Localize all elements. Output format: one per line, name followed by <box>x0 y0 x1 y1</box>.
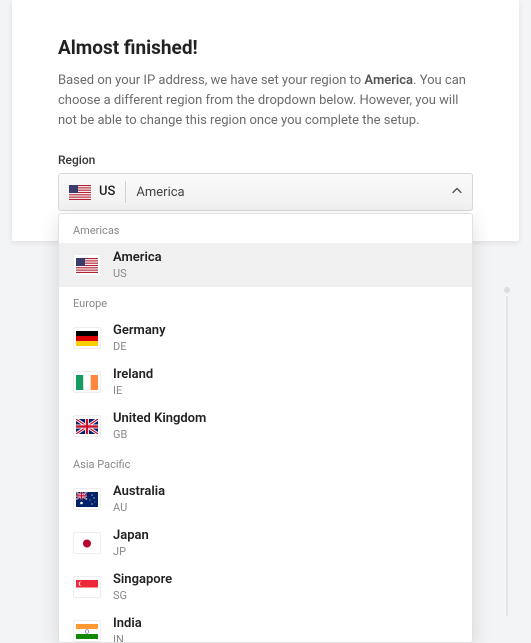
option-code: AU <box>113 501 165 515</box>
card-description: Based on your IP address, we have set yo… <box>58 71 473 131</box>
region-label: Region <box>58 153 473 167</box>
option-name: India <box>113 616 142 632</box>
chevron-up-icon <box>452 185 462 200</box>
option-name: Singapore <box>113 572 172 588</box>
option-name: Australia <box>113 484 165 500</box>
option-code: DE <box>113 340 166 354</box>
flag-icon <box>73 415 101 437</box>
option-code: IE <box>113 384 153 398</box>
option-name: Germany <box>113 323 166 339</box>
flag-icon <box>73 371 101 393</box>
flag-icon <box>73 576 101 598</box>
region-option-in[interactable]: India IN <box>59 609 472 643</box>
flag-icon <box>73 488 101 510</box>
region-option-de[interactable]: Germany DE <box>59 316 472 360</box>
region-select-button[interactable]: US America <box>58 173 473 211</box>
option-code: IN <box>113 633 142 643</box>
selected-code: US <box>99 181 126 203</box>
region-dropdown: Americas America US Europe Germany DE Ir… <box>58 213 473 643</box>
option-code: SG <box>113 589 172 603</box>
desc-pre: Based on your IP address, we have set yo… <box>58 73 364 88</box>
region-select: US America Americas America US Europe Ge… <box>58 173 473 211</box>
timeline-line <box>506 296 508 616</box>
option-code: GB <box>113 428 206 442</box>
group-header: Asia Pacific <box>59 448 472 477</box>
region-option-us[interactable]: America US <box>59 243 472 287</box>
group-header: Americas <box>59 214 472 243</box>
option-name: United Kingdom <box>113 411 206 427</box>
region-option-jp[interactable]: Japan JP <box>59 521 472 565</box>
desc-bold: America <box>364 73 413 88</box>
option-code: JP <box>113 545 149 559</box>
flag-icon <box>73 327 101 349</box>
group-header: Europe <box>59 287 472 316</box>
region-option-ie[interactable]: Ireland IE <box>59 360 472 404</box>
region-option-gb[interactable]: United Kingdom GB <box>59 404 472 448</box>
flag-icon <box>73 254 101 276</box>
option-name: America <box>113 250 162 266</box>
timeline-dot <box>501 284 513 296</box>
flag-icon <box>69 185 91 200</box>
selected-name: America <box>134 185 444 200</box>
option-name: Ireland <box>113 367 153 383</box>
option-code: US <box>113 267 162 281</box>
option-name: Japan <box>113 528 149 544</box>
setup-card: Almost finished! Based on your IP addres… <box>12 0 519 241</box>
region-option-au[interactable]: Australia AU <box>59 477 472 521</box>
flag-icon <box>73 620 101 642</box>
region-option-sg[interactable]: Singapore SG <box>59 565 472 609</box>
card-title: Almost finished! <box>58 36 473 59</box>
flag-icon <box>73 532 101 554</box>
